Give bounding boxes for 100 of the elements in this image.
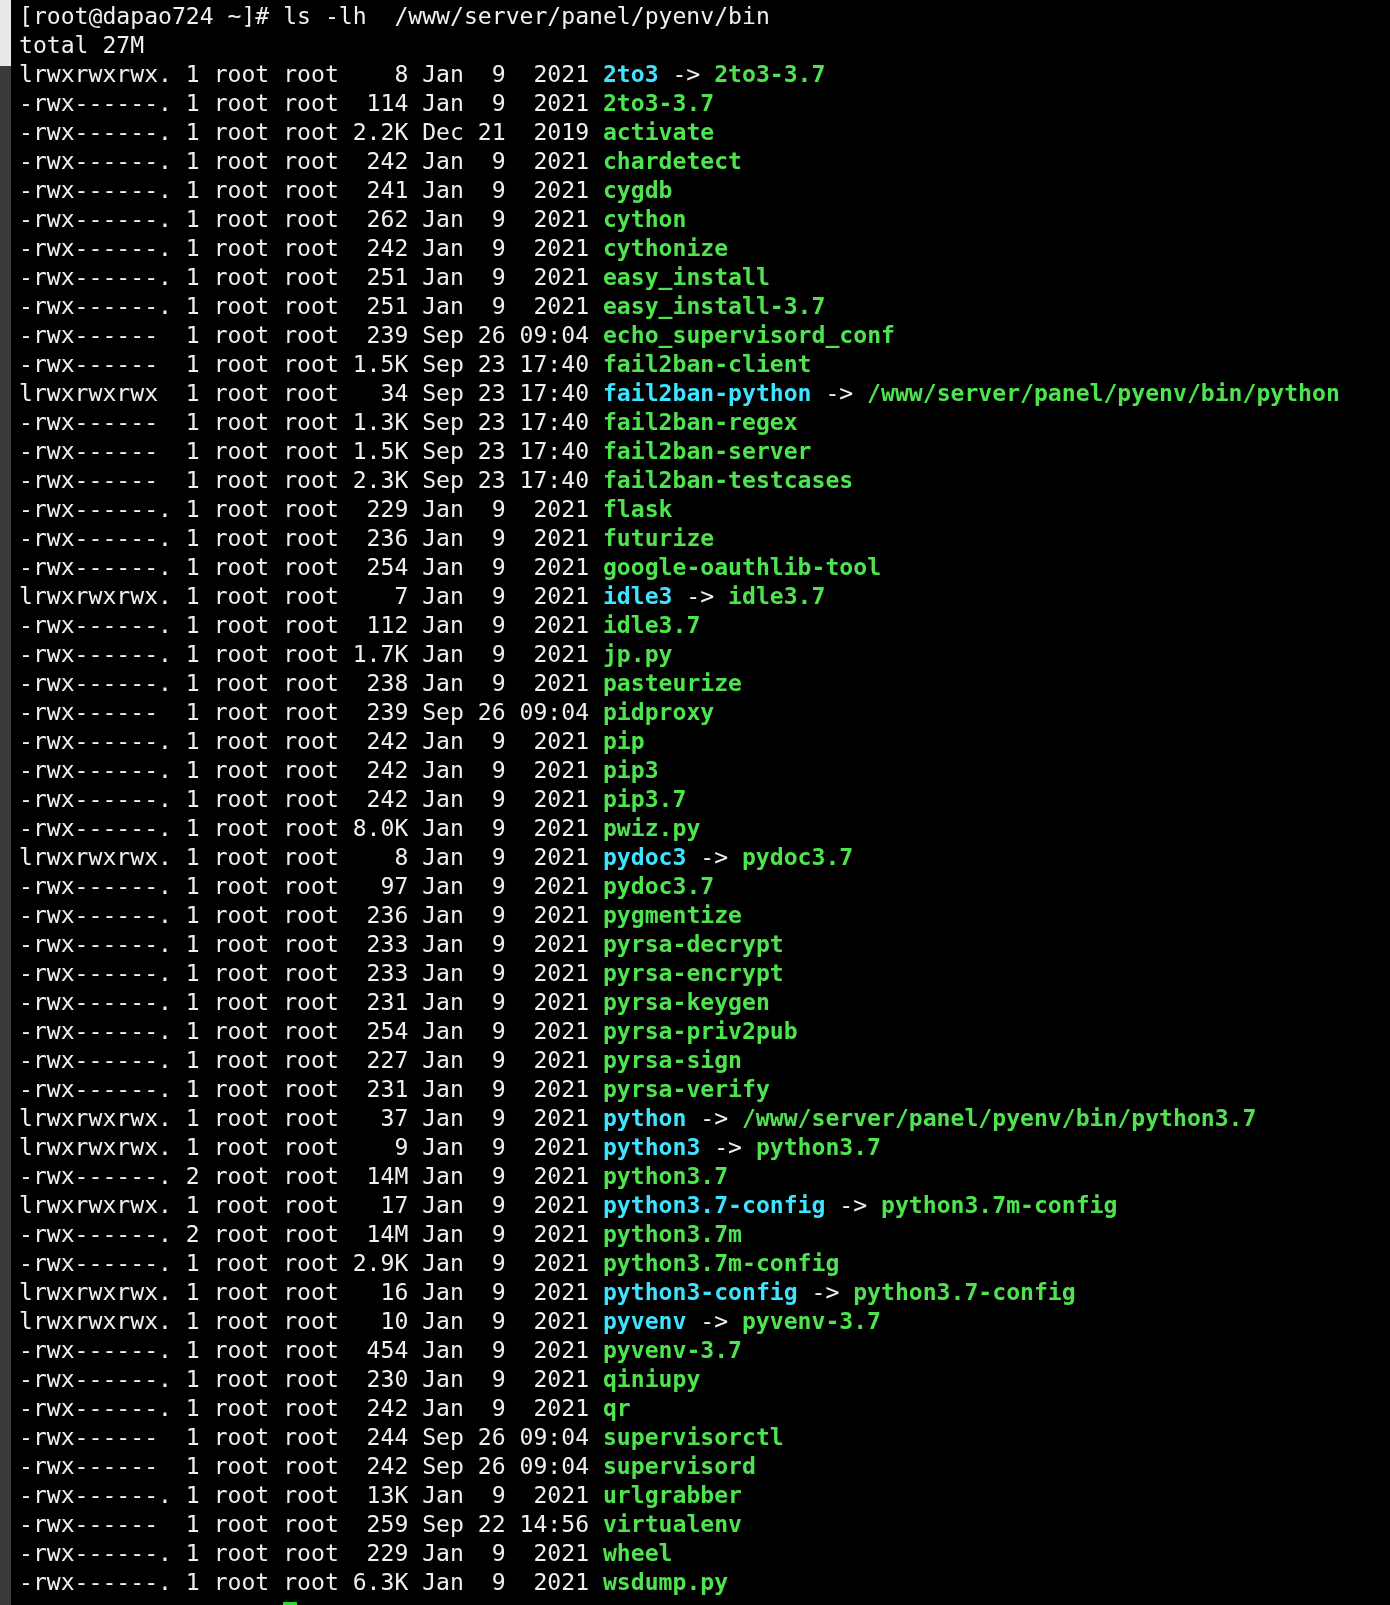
file-details: -rwx------. 1 root root 229 Jan 9 2021 [19, 1540, 590, 1566]
file-details: lrwxrwxrwx. 1 root root 8 Jan 9 2021 [19, 844, 590, 870]
link-target: /www/server/panel/pyenv/bin/python3.7 [741, 1105, 1257, 1131]
link-arrow: -> [825, 380, 854, 406]
file-details: -rwx------. 1 root root 254 Jan 9 2021 [19, 554, 590, 580]
file-details: -rwx------. 1 root root 227 Jan 9 2021 [19, 1047, 590, 1073]
file-name: activate [602, 119, 715, 145]
file-details: -rwx------. 1 root root 97 Jan 9 2021 [19, 873, 590, 899]
link-target: 2to3-3.7 [714, 61, 826, 87]
file-details: -rwx------. 1 root root 2.2K Dec 21 2019 [19, 119, 590, 145]
file-name: fail2ban-client [602, 351, 812, 377]
link-target: python3.7m-config [881, 1192, 1118, 1218]
link-target: pydoc3.7 [741, 844, 854, 870]
file-name: 2to3 [602, 61, 659, 87]
total-size: total 27M [19, 32, 145, 58]
command-line: [root@dapao724 ~]# ls -lh /www/server/panel/pyenv/bin [19, 3, 770, 29]
file-name: pip3 [602, 757, 659, 783]
file-details: -rwx------. 1 root root 236 Jan 9 2021 [19, 525, 590, 551]
file-name: qr [602, 1395, 631, 1421]
file-details: -rwx------. 1 root root 242 Jan 9 2021 [19, 728, 590, 754]
file-name: jp.py [602, 641, 673, 667]
file-name: python3.7m [602, 1221, 742, 1247]
link-arrow: -> [839, 1192, 868, 1218]
file-details: -rwx------. 1 root root 2.9K Jan 9 2021 [19, 1250, 590, 1276]
file-details: -rwx------. 1 root root 231 Jan 9 2021 [19, 1076, 590, 1102]
file-name: cygdb [602, 177, 673, 203]
file-name: pyvenv [602, 1308, 687, 1334]
file-details: -rwx------. 1 root root 13K Jan 9 2021 [19, 1482, 590, 1508]
file-name: pyrsa-priv2pub [602, 1018, 798, 1044]
file-name: pidproxy [602, 699, 715, 725]
file-details: -rwx------ 1 root root 1.3K Sep 23 17:40 [19, 409, 590, 435]
file-details: -rwx------. 1 root root 230 Jan 9 2021 [19, 1366, 590, 1392]
file-details: -rwx------ 1 root root 1.5K Sep 23 17:40 [19, 351, 590, 377]
file-name: pyrsa-decrypt [602, 931, 784, 957]
file-details: -rwx------. 1 root root 251 Jan 9 2021 [19, 264, 590, 290]
file-details: -rwx------. 1 root root 229 Jan 9 2021 [19, 496, 590, 522]
file-details: -rwx------. 1 root root 6.3K Jan 9 2021 [19, 1569, 590, 1595]
file-name: python3.7m-config [602, 1250, 840, 1276]
file-name: pwiz.py [602, 815, 701, 841]
file-details: lrwxrwxrwx. 1 root root 16 Jan 9 2021 [19, 1279, 590, 1305]
link-arrow: -> [714, 1134, 742, 1160]
file-name: chardetect [602, 148, 742, 174]
file-name: pygmentize [602, 902, 742, 928]
file-name: urlgrabber [602, 1482, 742, 1508]
file-name: 2to3-3.7 [602, 90, 715, 116]
file-details: -rwx------. 1 root root 233 Jan 9 2021 [19, 931, 590, 957]
file-name: supervisord [602, 1453, 756, 1479]
file-name: idle3.7 [602, 612, 701, 638]
file-details: -rwx------ 1 root root 2.3K Sep 23 17:40 [19, 467, 590, 493]
link-arrow: -> [700, 844, 729, 870]
file-name: pyvenv-3.7 [602, 1337, 742, 1363]
file-details: -rwx------. 1 root root 238 Jan 9 2021 [19, 670, 590, 696]
link-arrow: -> [672, 61, 701, 87]
file-details: lrwxrwxrwx. 1 root root 17 Jan 9 2021 [19, 1192, 590, 1218]
file-details: -rwx------ 1 root root 1.5K Sep 23 17:40 [19, 438, 590, 464]
file-name: idle3 [602, 583, 673, 609]
file-name: pyrsa-sign [602, 1047, 742, 1073]
file-name: python3.7-config [602, 1192, 826, 1218]
file-details: -rwx------. 1 root root 114 Jan 9 2021 [19, 90, 590, 116]
file-details: lrwxrwxrwx. 1 root root 7 Jan 9 2021 [19, 583, 590, 609]
file-name: python [602, 1105, 687, 1131]
file-details: lrwxrwxrwx 1 root root 34 Sep 23 17:40 [19, 380, 590, 406]
link-target: idle3.7 [728, 583, 826, 609]
file-name: easy_install [602, 264, 770, 290]
file-name: google-oauthlib-tool [602, 554, 882, 580]
file-name: easy_install-3.7 [602, 293, 826, 319]
file-details: -rwx------ 1 root root 244 Sep 26 09:04 [19, 1424, 590, 1450]
file-details: -rwx------. 1 root root 1.7K Jan 9 2021 [19, 641, 590, 667]
file-name: pyrsa-verify [602, 1076, 770, 1102]
file-details: -rwx------ 1 root root 239 Sep 26 09:04 [19, 699, 590, 725]
file-details: -rwx------. 1 root root 242 Jan 9 2021 [19, 1395, 590, 1421]
link-arrow: -> [811, 1279, 840, 1305]
file-name: fail2ban-regex [602, 409, 798, 435]
file-details: -rwx------ 1 root root 239 Sep 26 09:04 [19, 322, 590, 348]
file-name: pyrsa-keygen [602, 989, 770, 1015]
file-name: supervisorctl [602, 1424, 784, 1450]
file-details: -rwx------ 1 root root 242 Sep 26 09:04 [19, 1453, 590, 1479]
file-details: -rwx------. 1 root root 242 Jan 9 2021 [19, 148, 590, 174]
file-details: -rwx------. 1 root root 242 Jan 9 2021 [19, 786, 590, 812]
file-name: wsdump.py [602, 1569, 729, 1595]
file-name: flask [602, 496, 673, 522]
file-name: pyrsa-encrypt [602, 960, 784, 986]
link-target: python3.7 [755, 1134, 881, 1160]
file-name: futurize [602, 525, 715, 551]
file-details: -rwx------. 1 root root 242 Jan 9 2021 [19, 235, 590, 261]
file-details: -rwx------. 1 root root 231 Jan 9 2021 [19, 989, 590, 1015]
file-details: -rwx------. 1 root root 251 Jan 9 2021 [19, 293, 590, 319]
link-target: /www/server/panel/pyenv/bin/python [867, 380, 1340, 406]
file-details: lrwxrwxrwx. 1 root root 10 Jan 9 2021 [19, 1308, 590, 1334]
file-details: lrwxrwxrwx. 1 root root 37 Jan 9 2021 [19, 1105, 590, 1131]
file-name: wheel [602, 1540, 673, 1566]
file-details: -rwx------. 1 root root 8.0K Jan 9 2021 [19, 815, 590, 841]
file-name: pasteurize [602, 670, 742, 696]
file-details: -rwx------. 1 root root 241 Jan 9 2021 [19, 177, 590, 203]
file-name: python3.7 [602, 1163, 729, 1189]
file-name: cython [602, 206, 687, 232]
file-details: -rwx------. 1 root root 254 Jan 9 2021 [19, 1018, 590, 1044]
file-details: -rwx------. 1 root root 454 Jan 9 2021 [19, 1337, 590, 1363]
file-name: fail2ban-testcases [602, 467, 854, 493]
file-name: pip3.7 [602, 786, 687, 812]
